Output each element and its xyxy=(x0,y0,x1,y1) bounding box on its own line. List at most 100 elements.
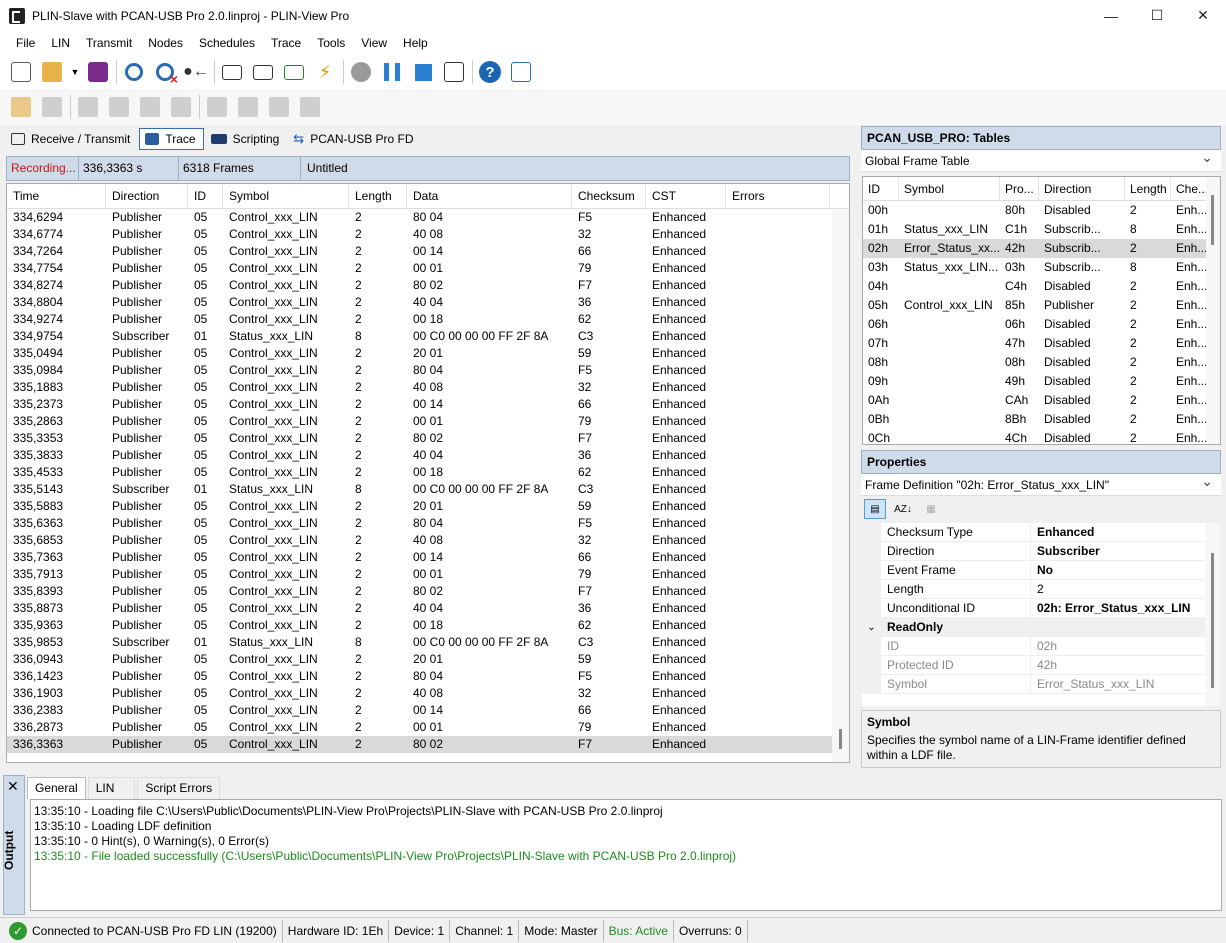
open-dropdown-button[interactable]: ▼ xyxy=(70,59,80,85)
maximize-button[interactable]: ☐ xyxy=(1134,0,1180,31)
menu-view[interactable]: View xyxy=(353,36,395,50)
table-row[interactable]: 334,9754 Subscriber 01 Status_xxx_LIN 8 00 C0… xyxy=(7,328,849,345)
save-button[interactable] xyxy=(85,59,111,85)
table-row[interactable]: 335,2373 Publisher 05 Control_xxx_LIN 2 00 14… xyxy=(7,396,849,413)
frame-table-select[interactable]: Global Frame Table xyxy=(861,146,1221,172)
tab-scripting[interactable]: Scripting xyxy=(206,128,287,150)
table-row[interactable]: 335,6853 Publisher 05 Control_xxx_LIN 2 40 08… xyxy=(7,532,849,549)
property-row[interactable]: ID 02h xyxy=(862,637,1221,656)
table-row[interactable]: 336,3363 Publisher 05 Control_xxx_LIN 2 80 02… xyxy=(7,736,849,753)
table-row[interactable]: 03h Status_xxx_LIN... 03h Subscrib... 8 Enh..… xyxy=(863,258,1220,277)
tab-pcan-usb-pro-fd[interactable]: ⇆ PCAN-USB Pro FD xyxy=(288,128,420,150)
minimize-button[interactable]: — xyxy=(1088,0,1134,31)
menu-transmit[interactable]: Transmit xyxy=(78,36,140,50)
output-close-button[interactable]: ✕ xyxy=(7,778,19,795)
table-row[interactable]: 334,8804 Publisher 05 Control_xxx_LIN 2 40 04… xyxy=(7,294,849,311)
table-row[interactable]: 335,9853 Subscriber 01 Status_xxx_LIN 8 00 C0… xyxy=(7,634,849,651)
table-row[interactable]: 335,9363 Publisher 05 Control_xxx_LIN 2 00 18… xyxy=(7,617,849,634)
menu-tools[interactable]: Tools xyxy=(309,36,353,50)
column-header-cst[interactable]: CST xyxy=(646,184,726,209)
edit-message-button[interactable] xyxy=(250,59,276,85)
table-row[interactable]: 335,2863 Publisher 05 Control_xxx_LIN 2 00 01… xyxy=(7,413,849,430)
table-row[interactable]: 336,1903 Publisher 05 Control_xxx_LIN 2 40 08… xyxy=(7,685,849,702)
tag-button[interactable] xyxy=(281,59,307,85)
table-row[interactable]: 04h C4h Disabled 2 Enh... xyxy=(863,277,1220,296)
table-row[interactable]: 334,8274 Publisher 05 Control_xxx_LIN 2 80 02… xyxy=(7,277,849,294)
table-row[interactable]: 336,0943 Publisher 05 Control_xxx_LIN 2 20 01… xyxy=(7,651,849,668)
property-row[interactable]: Protected ID 42h xyxy=(862,656,1221,675)
menu-help[interactable]: Help xyxy=(395,36,436,50)
table-row[interactable]: 06h 06h Disabled 2 Enh... xyxy=(863,315,1220,334)
table-row[interactable]: 336,2873 Publisher 05 Control_xxx_LIN 2 00 01… xyxy=(7,719,849,736)
table-row[interactable]: 334,6294 Publisher 05 Control_xxx_LIN 2 80 04… xyxy=(7,209,849,226)
table-row[interactable]: 335,3833 Publisher 05 Control_xxx_LIN 2 40 04… xyxy=(7,447,849,464)
column-header-id[interactable]: ID xyxy=(863,177,899,200)
property-category-readonly[interactable]: ⌄ ReadOnly xyxy=(862,618,1221,637)
trace-settings-button[interactable] xyxy=(441,59,467,85)
table-row[interactable]: 335,1883 Publisher 05 Control_xxx_LIN 2 40 08… xyxy=(7,379,849,396)
tab-trace[interactable]: Trace xyxy=(139,128,204,150)
output-log[interactable]: 13:35:10 - Loading file C:\Users\Public\… xyxy=(30,799,1222,911)
table-row[interactable]: 08h 08h Disabled 2 Enh... xyxy=(863,353,1220,372)
table-row[interactable]: 335,8393 Publisher 05 Control_xxx_LIN 2 80 02… xyxy=(7,583,849,600)
move-down-button[interactable] xyxy=(297,94,323,120)
table-row[interactable]: 334,6774 Publisher 05 Control_xxx_LIN 2 40 08… xyxy=(7,226,849,243)
table-row[interactable]: 335,7913 Publisher 05 Control_xxx_LIN 2 00 01… xyxy=(7,566,849,583)
column-header-checksum[interactable]: Checksum xyxy=(572,184,646,209)
table-row[interactable]: 334,9274 Publisher 05 Control_xxx_LIN 2 00 18… xyxy=(7,311,849,328)
property-row[interactable]: Length 2 xyxy=(862,580,1221,599)
tab-lin[interactable]: LIN xyxy=(87,777,136,799)
column-header-symbol[interactable]: Symbol xyxy=(223,184,349,209)
frame-table[interactable]: ID Symbol Pro... Direction Length Che...… xyxy=(862,176,1221,445)
table-row[interactable]: 0Bh 8Bh Disabled 2 Enh... xyxy=(863,410,1220,429)
property-row[interactable]: Direction Subscriber xyxy=(862,542,1221,561)
table-row[interactable]: 334,7264 Publisher 05 Control_xxx_LIN 2 00 14… xyxy=(7,243,849,260)
column-header-symbol[interactable]: Symbol xyxy=(899,177,1000,200)
menu-trace[interactable]: Trace xyxy=(263,36,309,50)
move-up-button[interactable] xyxy=(266,94,292,120)
frame-table-scrollbar[interactable] xyxy=(1206,177,1220,444)
new-message-button[interactable] xyxy=(219,59,245,85)
disconnect-button[interactable] xyxy=(152,59,178,87)
property-grid-scrollbar[interactable] xyxy=(1205,523,1221,706)
property-grid[interactable]: Checksum Type Enhanced Direction Subscriber… xyxy=(862,523,1221,706)
trace-table[interactable]: Time Direction ID Symbol Length Data Che… xyxy=(6,183,850,763)
table-row[interactable]: 335,8873 Publisher 05 Control_xxx_LIN 2 40 04… xyxy=(7,600,849,617)
table-row[interactable]: 335,0494 Publisher 05 Control_xxx_LIN 2 20 01… xyxy=(7,345,849,362)
categorized-view-button[interactable]: ▤ xyxy=(864,499,886,519)
property-value[interactable]: Enhanced xyxy=(1031,523,1199,541)
column-header-data[interactable]: Data xyxy=(407,184,572,209)
pause-button[interactable] xyxy=(379,59,405,85)
table-row[interactable]: 335,6363 Publisher 05 Control_xxx_LIN 2 80 04… xyxy=(7,515,849,532)
stop-button[interactable] xyxy=(410,59,436,85)
scrollbar-thumb[interactable] xyxy=(1211,553,1214,688)
tab-general[interactable]: General xyxy=(27,777,86,799)
table-row[interactable]: 0Ah CAh Disabled 2 Enh... xyxy=(863,391,1220,410)
table-row[interactable]: 00h 80h Disabled 2 Enh... xyxy=(863,201,1220,220)
property-value[interactable]: 2 xyxy=(1031,580,1199,598)
reset-button[interactable]: ●← xyxy=(183,59,209,85)
property-pages-button[interactable]: ▦ xyxy=(920,499,942,519)
collapse-chevron-icon[interactable]: ⌄ xyxy=(862,618,881,637)
schedule-stop-button[interactable] xyxy=(39,94,65,120)
table-row[interactable]: 07h 47h Disabled 2 Enh... xyxy=(863,334,1220,353)
column-header-protected-id[interactable]: Pro... xyxy=(1000,177,1039,200)
table-row[interactable]: 05h Control_xxx_LIN 85h Publisher 2 Enh... xyxy=(863,296,1220,315)
remove-row-button[interactable] xyxy=(235,94,261,120)
menu-schedules[interactable]: Schedules xyxy=(191,36,263,50)
property-row[interactable]: Symbol Error_Status_xxx_LIN xyxy=(862,675,1221,694)
property-row[interactable]: Event Frame No xyxy=(862,561,1221,580)
table-row[interactable]: 335,4533 Publisher 05 Control_xxx_LIN 2 00 18… xyxy=(7,464,849,481)
table-row[interactable]: 09h 49h Disabled 2 Enh... xyxy=(863,372,1220,391)
schedule-start-button[interactable] xyxy=(8,94,34,120)
table-row[interactable]: 335,7363 Publisher 05 Control_xxx_LIN 2 00 14… xyxy=(7,549,849,566)
table-row[interactable]: 02h Error_Status_xx... 42h Subscrib... 2 Enh.… xyxy=(863,239,1220,258)
trace-scrollbar[interactable] xyxy=(832,209,849,762)
help-button[interactable]: ? xyxy=(477,59,503,85)
column-header-errors[interactable]: Errors xyxy=(726,184,830,209)
open-file-button[interactable] xyxy=(39,59,65,85)
menu-lin[interactable]: LIN xyxy=(43,36,78,50)
scrollbar-thumb[interactable] xyxy=(839,729,842,749)
slot-button-1[interactable] xyxy=(75,94,101,120)
table-row[interactable]: 334,7754 Publisher 05 Control_xxx_LIN 2 00 01… xyxy=(7,260,849,277)
